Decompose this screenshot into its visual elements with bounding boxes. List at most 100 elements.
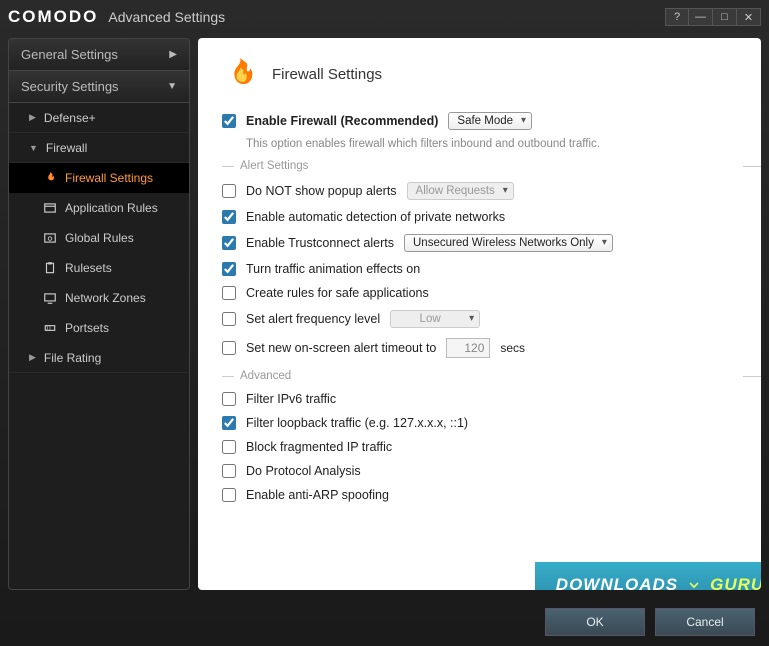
enable-firewall-desc: This option enables firewall which filte… <box>246 138 737 150</box>
row-alert-timeout: Set new on-screen alert timeout to secs <box>222 336 737 360</box>
sidebar: General Settings ▶ Security Settings ▼ ▶… <box>8 38 190 590</box>
advanced-section: Advanced <box>240 370 737 382</box>
row-alert-frequency: Set alert frequency level Low <box>222 308 737 330</box>
row-loopback: Filter loopback traffic (e.g. 127.x.x.x,… <box>222 414 737 432</box>
sidebar-sub-rulesets[interactable]: Rulesets <box>9 253 189 283</box>
sidebar-item-label: Firewall <box>46 141 87 155</box>
fragmented-label: Block fragmented IP traffic <box>246 440 392 454</box>
chevron-right-icon: ▶ <box>169 49 177 60</box>
help-button[interactable]: ? <box>665 8 689 26</box>
sidebar-sub-network-zones[interactable]: Network Zones <box>9 283 189 313</box>
row-safe-rules: Create rules for safe applications <box>222 284 737 302</box>
sidebar-item-file-rating[interactable]: ▶ File Rating <box>9 343 189 373</box>
firewall-mode-dropdown[interactable]: Safe Mode <box>448 112 532 130</box>
safe-rules-checkbox[interactable] <box>222 286 236 300</box>
alert-frequency-checkbox[interactable] <box>222 312 236 326</box>
brand-logo: COMODO <box>8 7 98 27</box>
close-button[interactable]: ✕ <box>737 8 761 26</box>
titlebar: COMODO Advanced Settings ? — □ ✕ <box>0 0 769 34</box>
chevron-down-icon: ▼ <box>29 143 38 153</box>
sidebar-item-defense[interactable]: ▶ Defense+ <box>9 103 189 133</box>
sidebar-sub-portsets[interactable]: Portsets <box>9 313 189 343</box>
trustconnect-label: Enable Trustconnect alerts <box>246 236 394 250</box>
watermark-text-a: DOWNLOADS <box>556 575 678 590</box>
protocol-checkbox[interactable] <box>222 464 236 478</box>
ipv6-label: Filter IPv6 traffic <box>246 392 336 406</box>
sidebar-item-label: Portsets <box>65 321 109 335</box>
maximize-button[interactable]: □ <box>713 8 737 26</box>
no-popup-label: Do NOT show popup alerts <box>246 184 397 198</box>
ipv6-checkbox[interactable] <box>222 392 236 406</box>
alert-timeout-label: Set new on-screen alert timeout to <box>246 341 436 355</box>
page-title: Firewall Settings <box>272 66 382 83</box>
animation-label: Turn traffic animation effects on <box>246 262 420 276</box>
sidebar-item-label: Rulesets <box>65 261 112 275</box>
safe-rules-label: Create rules for safe applications <box>246 286 429 300</box>
sidebar-sub-global-rules[interactable]: Global Rules <box>9 223 189 253</box>
sidebar-item-label: Firewall Settings <box>65 171 153 185</box>
chevron-down-icon: ▼ <box>167 81 177 92</box>
minimize-button[interactable]: — <box>689 8 713 26</box>
fire-icon <box>222 56 258 92</box>
row-fragmented: Block fragmented IP traffic <box>222 438 737 456</box>
alert-timeout-checkbox[interactable] <box>222 341 236 355</box>
monitor-icon <box>43 291 57 305</box>
sidebar-item-label: File Rating <box>44 351 101 365</box>
row-protocol: Do Protocol Analysis <box>222 462 737 480</box>
alert-settings-section: Alert Settings <box>240 160 737 172</box>
loopback-label: Filter loopback traffic (e.g. 127.x.x.x,… <box>246 416 468 430</box>
window-controls: ? — □ ✕ <box>665 8 761 26</box>
chevron-right-icon: ▶ <box>29 352 36 363</box>
chevron-right-icon: ▶ <box>29 112 36 123</box>
protocol-label: Do Protocol Analysis <box>246 464 361 478</box>
cancel-button[interactable]: Cancel <box>655 608 755 636</box>
trustconnect-checkbox[interactable] <box>222 236 236 250</box>
trustconnect-dropdown[interactable]: Unsecured Wireless Networks Only <box>404 234 613 252</box>
sidebar-item-label: Application Rules <box>65 201 158 215</box>
ok-button[interactable]: OK <box>545 608 645 636</box>
watermark: DOWNLOADS GURU <box>535 562 761 590</box>
sidebar-item-firewall[interactable]: ▼ Firewall <box>9 133 189 163</box>
globe-icon <box>43 231 57 245</box>
antiarp-checkbox[interactable] <box>222 488 236 502</box>
download-icon <box>684 575 704 590</box>
window-icon <box>43 201 57 215</box>
alert-frequency-dropdown: Low <box>390 310 480 328</box>
alert-timeout-input <box>446 338 490 358</box>
alert-timeout-unit: secs <box>500 341 525 355</box>
sidebar-sub-application-rules[interactable]: Application Rules <box>9 193 189 223</box>
animation-checkbox[interactable] <box>222 262 236 276</box>
port-icon <box>43 321 57 335</box>
fire-icon <box>43 171 57 185</box>
clipboard-icon <box>43 261 57 275</box>
sidebar-general-label: General Settings <box>21 47 118 62</box>
row-antiarp: Enable anti-ARP spoofing <box>222 486 737 504</box>
sidebar-sub-firewall-settings[interactable]: Firewall Settings <box>9 163 189 193</box>
row-ipv6: Filter IPv6 traffic <box>222 390 737 408</box>
row-no-popup: Do NOT show popup alerts Allow Requests <box>222 180 737 202</box>
fragmented-checkbox[interactable] <box>222 440 236 454</box>
antiarp-label: Enable anti-ARP spoofing <box>246 488 389 502</box>
row-animation: Turn traffic animation effects on <box>222 260 737 278</box>
sidebar-general-settings[interactable]: General Settings ▶ <box>9 39 189 71</box>
auto-private-checkbox[interactable] <box>222 210 236 224</box>
no-popup-dropdown: Allow Requests <box>407 182 514 200</box>
window-title: Advanced Settings <box>108 9 225 25</box>
alert-frequency-label: Set alert frequency level <box>246 312 380 326</box>
auto-private-label: Enable automatic detection of private ne… <box>246 210 505 224</box>
content-pane: Firewall Settings Enable Firewall (Recom… <box>198 38 761 590</box>
sidebar-security-settings[interactable]: Security Settings ▼ <box>9 71 189 103</box>
sidebar-item-label: Defense+ <box>44 111 96 125</box>
app-window: COMODO Advanced Settings ? — □ ✕ General… <box>0 0 769 646</box>
no-popup-checkbox[interactable] <box>222 184 236 198</box>
watermark-text-b: GURU <box>710 575 761 590</box>
row-enable-firewall: Enable Firewall (Recommended) Safe Mode <box>222 110 737 132</box>
sidebar-item-label: Global Rules <box>65 231 134 245</box>
footer: OK Cancel <box>0 598 769 646</box>
loopback-checkbox[interactable] <box>222 416 236 430</box>
row-auto-private: Enable automatic detection of private ne… <box>222 208 737 226</box>
enable-firewall-checkbox[interactable] <box>222 114 236 128</box>
row-trustconnect: Enable Trustconnect alerts Unsecured Wir… <box>222 232 737 254</box>
page-header: Firewall Settings <box>222 56 737 92</box>
enable-firewall-label: Enable Firewall (Recommended) <box>246 114 438 128</box>
